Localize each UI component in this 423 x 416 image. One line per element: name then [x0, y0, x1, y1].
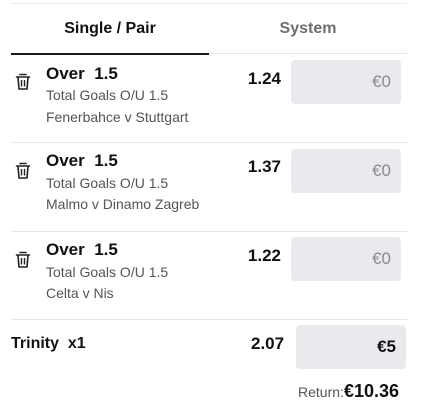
bet-odds: 1.22	[247, 246, 281, 265]
bet-market: Total Goals O/U 1.5	[46, 87, 169, 103]
bet-event: Celta v Nis	[46, 285, 114, 301]
bet-market: Total Goals O/U 1.5	[46, 175, 169, 191]
stake-input[interactable]: €0	[291, 237, 401, 281]
return-label: Return:	[298, 384, 344, 400]
bet-odds: 1.37	[247, 157, 281, 176]
multiple-bet-odds: 2.07	[251, 334, 285, 353]
trash-icon[interactable]	[15, 73, 31, 91]
multiple-bet-label: Trinity x1	[11, 335, 86, 352]
multiple-stake-input[interactable]: €5	[296, 325, 406, 369]
bet-event: Fenerbahce v Stuttgart	[46, 109, 189, 125]
bet-selection: Over 1.5	[46, 151, 118, 170]
bet-odds: 1.24	[247, 69, 281, 88]
bet-market: Total Goals O/U 1.5	[46, 264, 169, 280]
tab-single-pair[interactable]: Single / Pair	[11, 4, 209, 55]
bet-item: Over 1.5 Total Goals O/U 1.5 Fenerbahce …	[11, 54, 407, 143]
tab-system[interactable]: System	[209, 4, 407, 54]
bet-type-tabs: Single / Pair System	[11, 3, 407, 55]
bet-selection: Over 1.5	[46, 64, 118, 83]
bet-item: Over 1.5 Total Goals O/U 1.5 Celta v Nis…	[11, 232, 407, 320]
potential-return: Return: €10.36	[298, 381, 399, 402]
bet-selection: Over 1.5	[46, 240, 118, 259]
stake-input[interactable]: €0	[291, 60, 401, 104]
bet-event: Malmo v Dinamo Zagreb	[46, 196, 200, 212]
bet-item: Over 1.5 Total Goals O/U 1.5 Malmo v Din…	[11, 143, 407, 232]
trash-icon[interactable]	[15, 162, 31, 180]
stake-input[interactable]: €0	[291, 149, 401, 193]
trash-icon[interactable]	[15, 251, 31, 269]
return-value: €10.36	[343, 381, 399, 401]
